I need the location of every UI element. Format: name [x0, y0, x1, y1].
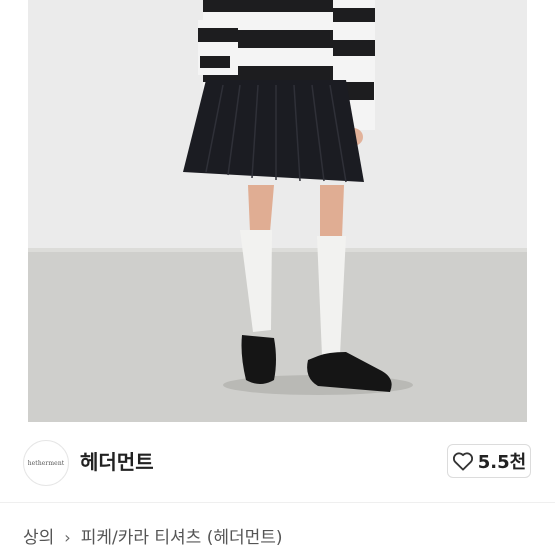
- like-count: 5.5천: [477, 452, 527, 473]
- brand-logo-text: hetherment: [27, 459, 65, 467]
- brand-logo[interactable]: hetherment: [23, 440, 69, 486]
- breadcrumb-subcategory[interactable]: 피케/카라 티셔츠 (헤더먼트): [81, 525, 283, 551]
- divider: [0, 502, 555, 503]
- breadcrumb: 상의 › 피케/카라 티셔츠 (헤더먼트): [23, 525, 283, 551]
- breadcrumb-category[interactable]: 상의: [23, 525, 54, 551]
- chevron-right-icon: ›: [64, 528, 71, 547]
- like-button[interactable]: 5.5천: [447, 444, 531, 478]
- heart-outline-icon: [452, 452, 473, 471]
- product-image[interactable]: [28, 0, 527, 422]
- brand-name[interactable]: 헤더먼트: [80, 448, 154, 476]
